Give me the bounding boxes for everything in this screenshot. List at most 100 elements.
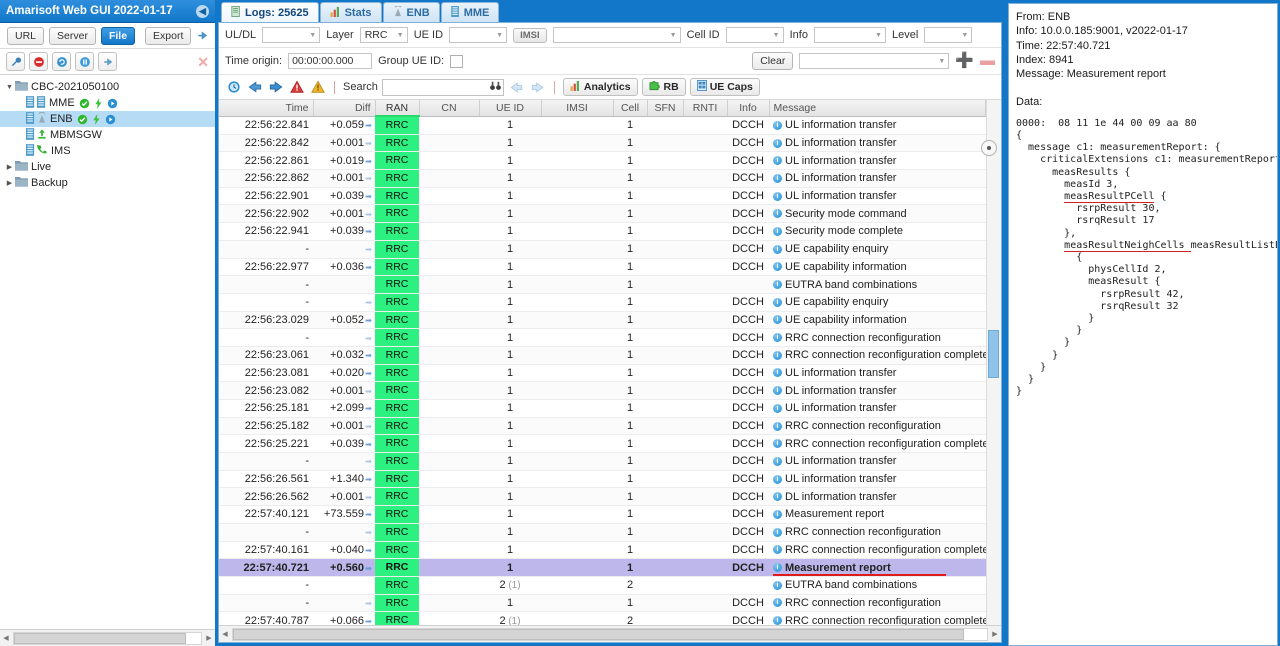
table-row[interactable]: 22:56:22.841 +0.059➡ RRC 1 1 DCCH i UL informat…: [219, 116, 986, 135]
clock-icon[interactable]: [225, 79, 242, 96]
info-icon[interactable]: i: [773, 386, 782, 396]
close-x-icon[interactable]: ✕: [197, 55, 209, 69]
table-row[interactable]: 22:56:22.977 +0.036➡ RRC 1 1 DCCH i UE capabili…: [219, 258, 986, 277]
col-rnti[interactable]: RNTI: [683, 100, 728, 117]
col-diff[interactable]: Diff: [313, 100, 376, 117]
clear-button[interactable]: Clear: [752, 52, 794, 70]
table-row[interactable]: 22:57:40.787 +0.066➡ RRC 2 (1) 2 DCCH i RRC con…: [219, 611, 986, 625]
scroll-left-arrow-icon[interactable]: ◀: [0, 634, 12, 642]
scroll-right-arrow-icon[interactable]: ▶: [989, 630, 1001, 638]
table-row[interactable]: - RRC 1 1 i EUTRA band combinations: [219, 275, 986, 294]
info-icon[interactable]: i: [773, 244, 782, 254]
search-input[interactable]: [382, 79, 503, 95]
table-row[interactable]: 22:56:22.901 +0.039➡ RRC 1 1 DCCH i UL informat…: [219, 187, 986, 206]
table-row[interactable]: 22:56:22.902 +0.001➡ RRC 1 1 DCCH i Security mo…: [219, 204, 986, 224]
tab-enb[interactable]: ENB: [382, 2, 440, 22]
scroll-left-arrow-icon[interactable]: ◀: [219, 630, 231, 638]
table-row[interactable]: - ➡ RRC 1 1 DCCH i UE capability enquiry: [219, 240, 986, 259]
analytics-button[interactable]: Analytics: [562, 78, 638, 96]
tree-item-cbc[interactable]: ▼ CBC-2021050100: [0, 79, 215, 95]
info-icon[interactable]: i: [773, 262, 782, 272]
ueid-select[interactable]: ▼: [449, 27, 508, 43]
info-icon[interactable]: i: [773, 580, 782, 590]
table-row[interactable]: 22:56:26.562 +0.001➡ RRC 1 1 DCCH i DL informat…: [219, 487, 986, 507]
level-select[interactable]: ▼: [924, 27, 973, 43]
server-button[interactable]: Server: [49, 26, 96, 45]
scroll-thumb[interactable]: [14, 632, 187, 644]
info-icon[interactable]: i: [773, 509, 782, 519]
info-icon[interactable]: i: [773, 280, 782, 290]
table-row[interactable]: - ➡ RRC 1 1 DCCH i RRC connection reconfigurati…: [219, 328, 986, 347]
table-row[interactable]: 22:56:25.182 +0.001➡ RRC 1 1 DCCH i RRC connect…: [219, 417, 986, 436]
info-icon[interactable]: i: [773, 368, 782, 378]
wrench-icon[interactable]: [6, 52, 25, 71]
info-icon[interactable]: i: [773, 297, 782, 307]
info-icon[interactable]: i: [773, 315, 782, 325]
twisty-open-icon[interactable]: ▼: [4, 84, 15, 91]
col-time[interactable]: Time: [219, 100, 314, 117]
col-info[interactable]: Info: [727, 100, 770, 117]
arrow-left-gray-icon[interactable]: [508, 79, 525, 96]
tree-item-ims[interactable]: IMS: [0, 143, 215, 159]
binoculars-icon[interactable]: [490, 81, 501, 94]
uldl-select[interactable]: ▼: [262, 27, 321, 43]
table-row[interactable]: - ➡ RRC 1 1 DCCH i RRC connection reconfigurati…: [219, 523, 986, 542]
twisty-closed-icon[interactable]: ▶: [4, 179, 15, 187]
tab-logs[interactable]: Logs: 25625: [221, 2, 319, 22]
rb-button[interactable]: RB: [641, 78, 686, 96]
col-ueid[interactable]: UE ID: [479, 100, 542, 117]
cellid-select[interactable]: ▼: [725, 27, 784, 43]
stop-icon[interactable]: [29, 52, 48, 71]
info-icon[interactable]: i: [773, 191, 782, 201]
col-imsi[interactable]: IMSI: [541, 100, 614, 117]
table-row[interactable]: - RRC 2 (1) 2 i EUTRA band combinations: [219, 576, 986, 595]
info-icon[interactable]: i: [773, 456, 782, 466]
table-row[interactable]: 22:56:22.842 +0.001➡ RRC 1 1 DCCH i DL informat…: [219, 134, 986, 153]
table-row[interactable]: 22:57:40.161 +0.040➡ RRC 1 1 DCCH i RRC connect…: [219, 541, 986, 560]
table-row[interactable]: 22:57:40.121 +73.559➡ RRC 1 1 DCCH i Measuremen…: [219, 505, 986, 524]
scroll-marker-handle[interactable]: [981, 140, 997, 156]
tab-mme[interactable]: MME: [440, 2, 500, 22]
table-row[interactable]: 22:56:25.221 +0.039➡ RRC 1 1 DCCH i RRC connect…: [219, 434, 986, 454]
info-icon[interactable]: i: [773, 403, 782, 413]
info-icon[interactable]: i: [773, 527, 782, 537]
tree-item-backup[interactable]: ▶ Backup: [0, 175, 215, 191]
info-icon[interactable]: i: [773, 474, 782, 484]
twisty-closed-icon[interactable]: ▶: [4, 163, 15, 171]
imsi-select[interactable]: ▼: [552, 27, 681, 43]
info-icon[interactable]: i: [773, 209, 782, 219]
table-row[interactable]: 22:56:26.561 +1.340➡ RRC 1 1 DCCH i UL informat…: [219, 470, 986, 489]
tree-item-mme[interactable]: MME: [0, 95, 215, 111]
pause-icon[interactable]: [75, 52, 94, 71]
imsi-button[interactable]: IMSI: [513, 27, 547, 43]
info-icon[interactable]: i: [773, 120, 782, 130]
col-message[interactable]: Message: [769, 100, 986, 117]
export-button[interactable]: Export: [145, 26, 192, 45]
info-select[interactable]: ▼: [813, 27, 886, 43]
tab-stats[interactable]: Stats: [319, 2, 382, 22]
table-row[interactable]: 22:56:22.862 +0.001➡ RRC 1 1 DCCH i DL informat…: [219, 169, 986, 188]
layer-select[interactable]: RRC ▼: [359, 27, 408, 43]
table-row[interactable]: 22:56:23.082 +0.001➡ RRC 1 1 DCCH i DL informat…: [219, 381, 986, 400]
chevron-left-icon[interactable]: ◀: [196, 4, 209, 18]
arrow-right-blue-icon[interactable]: [267, 79, 284, 96]
table-row[interactable]: - ➡ RRC 1 1 DCCH i RRC connection reconfigurati…: [219, 594, 986, 613]
info-icon[interactable]: i: [773, 226, 782, 236]
time-origin-input[interactable]: [288, 53, 373, 69]
info-icon[interactable]: i: [773, 138, 782, 148]
tree-item-mbmsgw[interactable]: MBMSGW: [0, 127, 215, 143]
refresh-icon[interactable]: [52, 52, 71, 71]
file-button[interactable]: File: [100, 26, 136, 45]
arrow-right-gray-icon[interactable]: [529, 79, 546, 96]
logs-vertical-scrollbar[interactable]: [981, 100, 1001, 625]
col-cn[interactable]: CN: [419, 100, 480, 117]
info-icon[interactable]: i: [773, 616, 782, 625]
tree-item-live[interactable]: ▶ Live: [0, 159, 215, 175]
minus-red-icon[interactable]: ▬: [980, 53, 995, 68]
info-icon[interactable]: i: [773, 350, 782, 360]
info-icon[interactable]: i: [773, 421, 782, 431]
scroll-right-arrow-icon[interactable]: ▶: [203, 634, 215, 642]
info-icon[interactable]: i: [773, 333, 782, 343]
info-icon[interactable]: i: [773, 156, 782, 166]
group-ue-checkbox[interactable]: [450, 54, 464, 68]
